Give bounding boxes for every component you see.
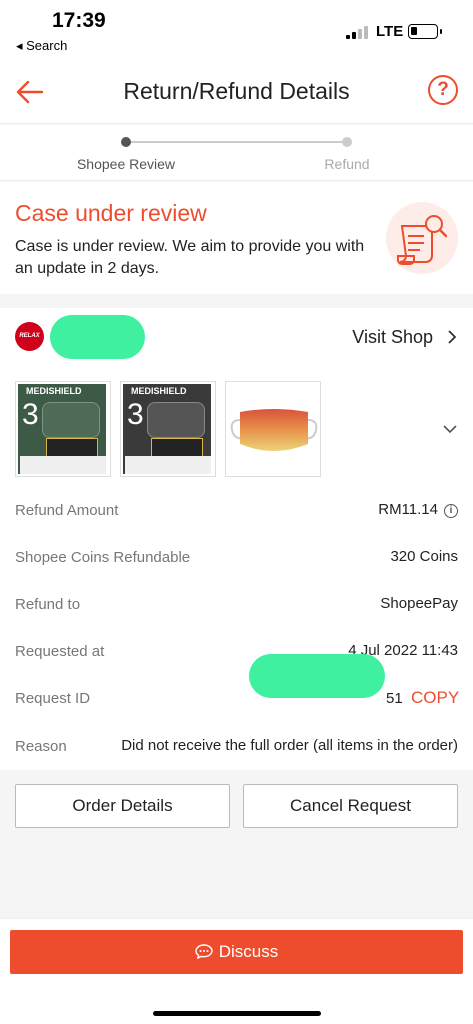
back-to-app-link[interactable]: ◂ Search <box>16 38 67 54</box>
shop-name-redaction <box>50 315 145 359</box>
battery-icon <box>408 24 442 39</box>
refund-to-label: Refund to <box>15 596 81 613</box>
progress-line <box>126 141 347 143</box>
chevron-down-icon[interactable] <box>442 422 458 434</box>
refund-details: Refund Amount RM11.14 i Shopee Coins Refu… <box>0 488 473 770</box>
shop-logo: RELAX <box>15 322 44 351</box>
discuss-button[interactable]: Discuss <box>10 930 463 974</box>
action-buttons: Order Details Cancel Request <box>0 770 473 920</box>
progress-stepper: Shopee Review Refund <box>0 125 473 181</box>
nav-bar: Return/Refund Details ? <box>0 60 473 124</box>
case-description: Case is under review. We aim to provide … <box>15 238 365 277</box>
coins-label: Shopee Coins Refundable <box>15 549 191 566</box>
chat-bubble-icon <box>195 932 213 960</box>
requested-at-row: Requested at 4 Jul 2022 11:43 <box>0 637 473 667</box>
product-brand: MEDISHIELD <box>26 386 82 396</box>
status-time: 17:39 <box>52 9 106 32</box>
request-id-value: 51 <box>386 690 403 707</box>
request-id-label: Request ID <box>15 690 91 707</box>
product-count: 3 <box>127 398 144 431</box>
requested-at-label: Requested at <box>15 643 105 660</box>
product-count: 3 <box>22 398 39 431</box>
step-dot-refund <box>342 137 352 147</box>
refund-to-row: Refund to ShopeePay <box>0 590 473 620</box>
discuss-label: Discuss <box>218 942 279 961</box>
page-title: Return/Refund Details <box>123 78 350 104</box>
refund-amount-value: RM11.14 <box>378 501 438 518</box>
chevron-right-icon[interactable] <box>446 329 458 345</box>
order-details-button[interactable]: Order Details <box>15 784 230 828</box>
reason-row: Reason Did not receive the full order (a… <box>0 732 473 762</box>
coins-value: 320 Coins <box>390 548 458 565</box>
info-icon[interactable]: i <box>444 504 458 518</box>
product-thumbnail[interactable]: MEDISHIELD 3 <box>120 381 216 477</box>
step-dot-review <box>121 137 131 147</box>
product-thumbnails: MEDISHIELD 3 MEDISHIELD 3 <box>0 368 473 488</box>
step-label-review: Shopee Review <box>76 156 176 172</box>
case-status-card: Case under review Case is under review. … <box>0 182 473 294</box>
network-type: LTE <box>376 23 404 40</box>
case-title: Case under review <box>15 200 207 226</box>
refund-to-value: ShopeePay <box>380 595 458 612</box>
shop-header: RELAX Visit Shop <box>0 308 473 368</box>
question-circle-icon[interactable]: ? <box>428 75 458 105</box>
refund-amount-row: Refund Amount RM11.14 i <box>0 496 473 526</box>
home-indicator <box>153 1011 321 1016</box>
reason-label: Reason <box>15 738 67 755</box>
bottom-bar: Discuss <box>0 918 473 1024</box>
cancel-request-button[interactable]: Cancel Request <box>243 784 458 828</box>
reason-value: Did not receive the full order (all item… <box>121 737 458 754</box>
signal-icon <box>346 25 370 39</box>
visit-shop-link[interactable]: Visit Shop <box>352 327 433 348</box>
step-label-refund: Refund <box>324 156 370 172</box>
request-id-redaction <box>249 654 385 698</box>
copy-button[interactable]: COPY <box>411 688 459 708</box>
product-thumbnail[interactable]: MEDISHIELD 3 <box>15 381 111 477</box>
product-thumbnail[interactable] <box>225 381 321 477</box>
document-search-icon <box>386 202 458 274</box>
coins-row: Shopee Coins Refundable 320 Coins <box>0 543 473 573</box>
product-brand: MEDISHIELD <box>131 386 187 396</box>
refund-amount-label: Refund Amount <box>15 502 119 519</box>
status-bar: 17:39 ◂ Search LTE <box>0 0 473 60</box>
